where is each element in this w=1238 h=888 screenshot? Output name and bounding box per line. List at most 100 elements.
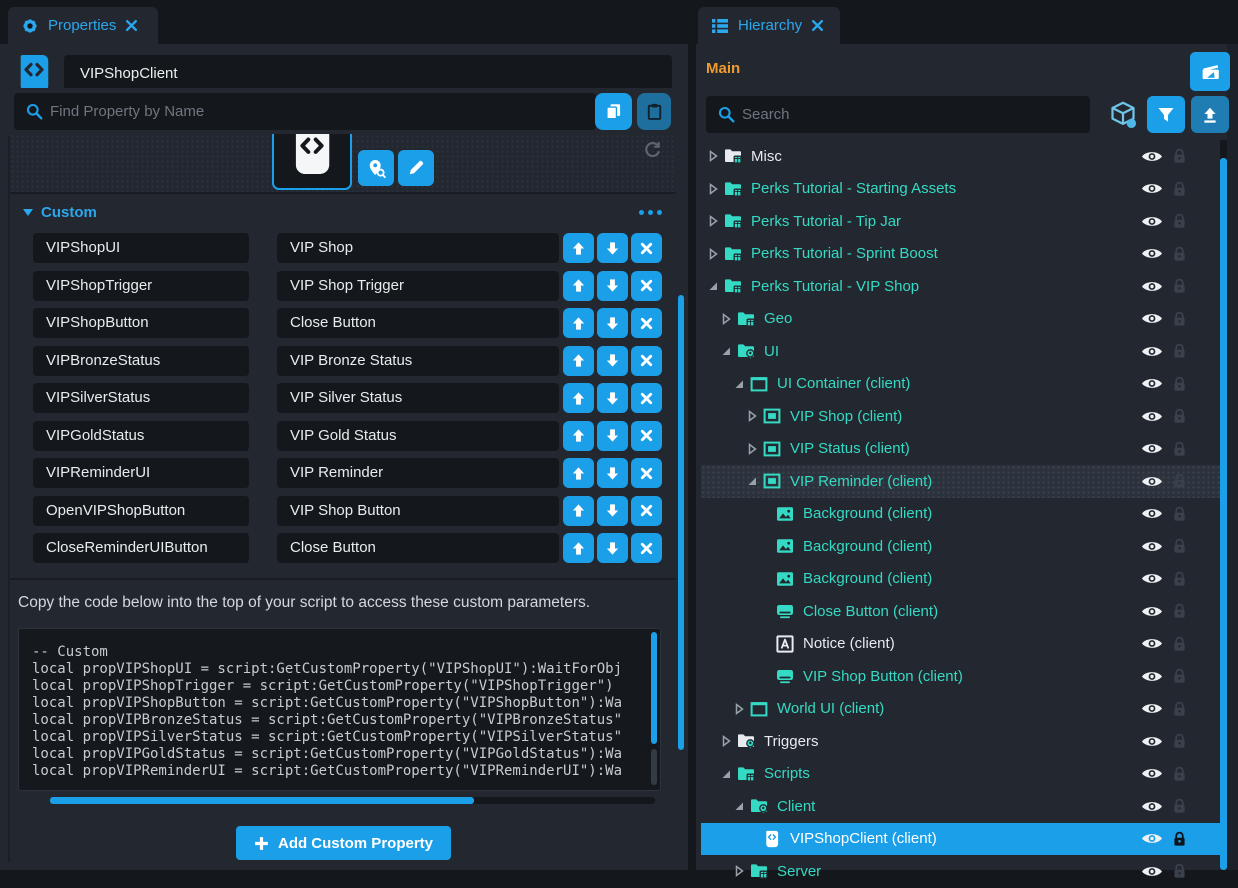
lock-icon[interactable] [1173, 668, 1186, 684]
visibility-eye-icon[interactable] [1141, 410, 1163, 423]
expand-toggle-icon[interactable] [759, 540, 771, 552]
delete-property-button[interactable] [631, 346, 662, 376]
hierarchy-tree-item[interactable]: Background (client) [701, 530, 1220, 563]
delete-property-button[interactable] [631, 421, 662, 451]
property-name-field[interactable]: CloseReminderUIButton [33, 533, 249, 563]
visibility-eye-icon[interactable] [1141, 280, 1163, 293]
property-name-field[interactable]: VIPShopUI [33, 233, 249, 263]
hierarchy-tree-item[interactable]: Perks Tutorial - Sprint Boost [701, 238, 1220, 271]
lock-icon[interactable] [1173, 538, 1186, 554]
hierarchy-tree-item[interactable]: Notice (client) [701, 628, 1220, 661]
visibility-eye-icon[interactable] [1141, 865, 1163, 878]
hierarchy-tree-item[interactable]: UI Container (client) [701, 368, 1220, 401]
expand-toggle-icon[interactable] [759, 670, 771, 682]
expand-toggle-icon[interactable] [707, 248, 719, 260]
lock-icon[interactable] [1173, 311, 1186, 327]
expand-toggle-icon[interactable] [707, 280, 719, 292]
expand-toggle-icon[interactable] [746, 410, 758, 422]
delete-property-button[interactable] [631, 533, 662, 563]
lock-icon[interactable] [1173, 571, 1186, 587]
lock-icon[interactable] [1173, 376, 1186, 392]
hierarchy-tree-item[interactable]: Misc [701, 140, 1220, 173]
lock-icon[interactable] [1173, 863, 1186, 879]
visibility-eye-icon[interactable] [1141, 507, 1163, 520]
hierarchy-tree-item[interactable]: Background (client) [701, 563, 1220, 596]
visibility-eye-icon[interactable] [1141, 702, 1163, 715]
expand-toggle-icon[interactable] [759, 573, 771, 585]
hierarchy-tree-item[interactable]: World UI (client) [701, 693, 1220, 726]
move-property-up-button[interactable] [563, 308, 594, 338]
property-name-field[interactable]: VIPSilverStatus [33, 383, 249, 413]
hierarchy-tree-item[interactable]: VIP Shop (client) [701, 400, 1220, 433]
lock-icon[interactable] [1173, 213, 1186, 229]
visibility-eye-icon[interactable] [1141, 735, 1163, 748]
lock-icon[interactable] [1173, 181, 1186, 197]
close-tab-icon[interactable] [811, 19, 824, 32]
code-vertical-scrollbar[interactable] [651, 632, 657, 788]
visibility-eye-icon[interactable] [1141, 475, 1163, 488]
scenes-button[interactable] [1190, 52, 1230, 91]
hierarchy-tree-item[interactable]: Geo [701, 303, 1220, 336]
expand-toggle-icon[interactable] [733, 378, 745, 390]
property-name-field[interactable]: VIPShopButton [33, 308, 249, 338]
tab-properties[interactable]: Properties [8, 7, 158, 44]
property-search-input[interactable] [14, 93, 596, 130]
visibility-eye-icon[interactable] [1141, 377, 1163, 390]
copy-properties-button[interactable] [595, 93, 632, 130]
visibility-eye-icon[interactable] [1141, 312, 1163, 325]
move-property-up-button[interactable] [563, 271, 594, 301]
expand-toggle-icon[interactable] [746, 833, 758, 845]
hierarchy-tree-item[interactable]: UI [701, 335, 1220, 368]
property-name-field[interactable]: VIPShopTrigger [33, 271, 249, 301]
move-property-up-button[interactable] [563, 458, 594, 488]
expand-toggle-icon[interactable] [746, 475, 758, 487]
move-property-down-button[interactable] [597, 496, 628, 526]
hierarchy-tree-item[interactable]: Scripts [701, 758, 1220, 791]
move-property-down-button[interactable] [597, 533, 628, 563]
property-value-field[interactable]: VIP Bronze Status [277, 346, 559, 376]
visibility-eye-icon[interactable] [1141, 832, 1163, 845]
visibility-eye-icon[interactable] [1141, 150, 1163, 163]
lock-icon[interactable] [1173, 506, 1186, 522]
delete-property-button[interactable] [631, 383, 662, 413]
visibility-eye-icon[interactable] [1141, 637, 1163, 650]
expand-toggle-icon[interactable] [707, 150, 719, 162]
move-property-up-button[interactable] [563, 233, 594, 263]
lock-icon[interactable] [1173, 798, 1186, 814]
expand-toggle-icon[interactable] [733, 865, 745, 877]
hierarchy-tree-item[interactable]: Perks Tutorial - Tip Jar [701, 205, 1220, 238]
filter-button[interactable] [1147, 96, 1185, 133]
hierarchy-search-input[interactable] [706, 96, 1090, 133]
find-in-scene-button[interactable] [358, 150, 394, 186]
expand-toggle-icon[interactable] [720, 313, 732, 325]
delete-property-button[interactable] [631, 458, 662, 488]
edit-script-button[interactable] [398, 150, 434, 186]
visibility-eye-icon[interactable] [1141, 247, 1163, 260]
expand-toggle-icon[interactable] [759, 638, 771, 650]
move-property-down-button[interactable] [597, 308, 628, 338]
lock-icon[interactable] [1173, 148, 1186, 164]
move-property-down-button[interactable] [597, 271, 628, 301]
move-property-down-button[interactable] [597, 383, 628, 413]
move-property-down-button[interactable] [597, 346, 628, 376]
move-property-down-button[interactable] [597, 233, 628, 263]
lock-icon[interactable] [1173, 701, 1186, 717]
network-cube-icon[interactable] [1108, 100, 1138, 130]
code-horizontal-scrollbar[interactable] [50, 797, 655, 804]
property-value-field[interactable]: Close Button [277, 308, 559, 338]
lock-icon[interactable] [1173, 733, 1186, 749]
property-value-field[interactable]: Close Button [277, 533, 559, 563]
expand-toggle-icon[interactable] [759, 508, 771, 520]
move-property-down-button[interactable] [597, 421, 628, 451]
hierarchy-tree-item[interactable]: Background (client) [701, 498, 1220, 531]
property-name-field[interactable]: VIPReminderUI [33, 458, 249, 488]
visibility-eye-icon[interactable] [1141, 800, 1163, 813]
hierarchy-tree-item[interactable]: Perks Tutorial - Starting Assets [701, 173, 1220, 206]
hierarchy-scrollbar[interactable] [1220, 140, 1227, 870]
tab-hierarchy[interactable]: Hierarchy [698, 7, 840, 44]
lock-icon[interactable] [1173, 278, 1186, 294]
lock-icon[interactable] [1173, 408, 1186, 424]
lock-icon[interactable] [1173, 831, 1186, 847]
delete-property-button[interactable] [631, 271, 662, 301]
expand-toggle-icon[interactable] [707, 183, 719, 195]
